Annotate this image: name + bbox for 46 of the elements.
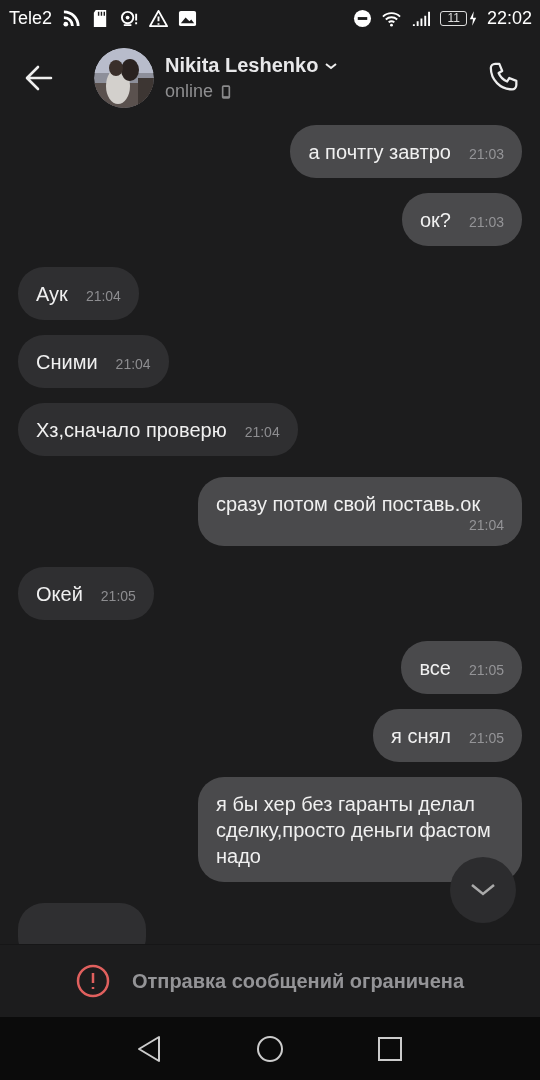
message-text: Аук	[36, 282, 68, 307]
message-text: я бы хер без гаранты делал сделку,просто деньги фастом надо	[216, 792, 492, 869]
chevron-down-icon[interactable]	[324, 60, 339, 71]
message-bubble[interactable]: Сними 21:04	[18, 335, 169, 388]
message-text: сразу потом свой поставь.ок	[216, 492, 481, 517]
message-time: 21:03	[467, 146, 504, 162]
message-text: Хз,сначало проверю	[36, 418, 227, 443]
message-bubble[interactable]: я снял 21:05	[373, 709, 522, 762]
message-bubble[interactable]: Хз,сначало проверю 21:04	[18, 403, 298, 456]
image-icon	[178, 8, 198, 28]
chevron-down-icon	[469, 882, 497, 898]
warning-icon	[149, 8, 169, 28]
message-time: 21:04	[114, 356, 151, 372]
message-bubble[interactable]: а почтгу завтро 21:03	[290, 125, 522, 178]
mobile-phone-icon	[221, 83, 232, 100]
message-time: 21:04	[84, 288, 121, 304]
message-time: 21:04	[243, 424, 280, 440]
message-bubble[interactable]: Окей 21:05	[18, 567, 154, 620]
message-bubble[interactable]: сразу потом свой поставь.ок 21:04	[198, 477, 522, 546]
message-time: 21:05	[467, 662, 504, 678]
do-not-disturb-icon	[353, 8, 373, 28]
restriction-notice: Отправка сообщений ограничена	[131, 969, 465, 993]
home-nav-icon[interactable]	[255, 1033, 285, 1064]
message-text: Сними	[36, 350, 98, 375]
message-text: Окей	[36, 582, 83, 607]
carrier-name: Tele2	[9, 7, 53, 29]
message-text: я снял	[391, 724, 451, 749]
message-bubble[interactable]: ок? 21:03	[401, 193, 522, 246]
contact-name[interactable]: Nikita Leshenko	[165, 54, 319, 77]
message-bubble[interactable]: Аук 21:04	[18, 267, 139, 320]
exclamation-icon	[75, 964, 110, 998]
message-text: а почтгу завтро	[308, 140, 451, 165]
message-time: 21:05	[467, 730, 504, 746]
message-bubble[interactable]: все 21:05	[401, 641, 522, 694]
clock: 22:02	[486, 7, 532, 29]
online-status: online	[165, 81, 214, 102]
charging-icon	[468, 9, 477, 27]
message-time: 21:04	[467, 517, 504, 533]
alert-icon	[120, 8, 140, 28]
message-time: 21:05	[99, 588, 136, 604]
message-text: ок?	[419, 208, 451, 233]
battery-indicator: 11	[440, 10, 467, 26]
message-bubble[interactable]: я бы хер без гаранты делал сделку,просто деньги фастом надо	[198, 777, 522, 882]
message-text: все	[419, 656, 451, 681]
message-time: 21:03	[467, 214, 504, 230]
rss-icon	[62, 8, 82, 28]
